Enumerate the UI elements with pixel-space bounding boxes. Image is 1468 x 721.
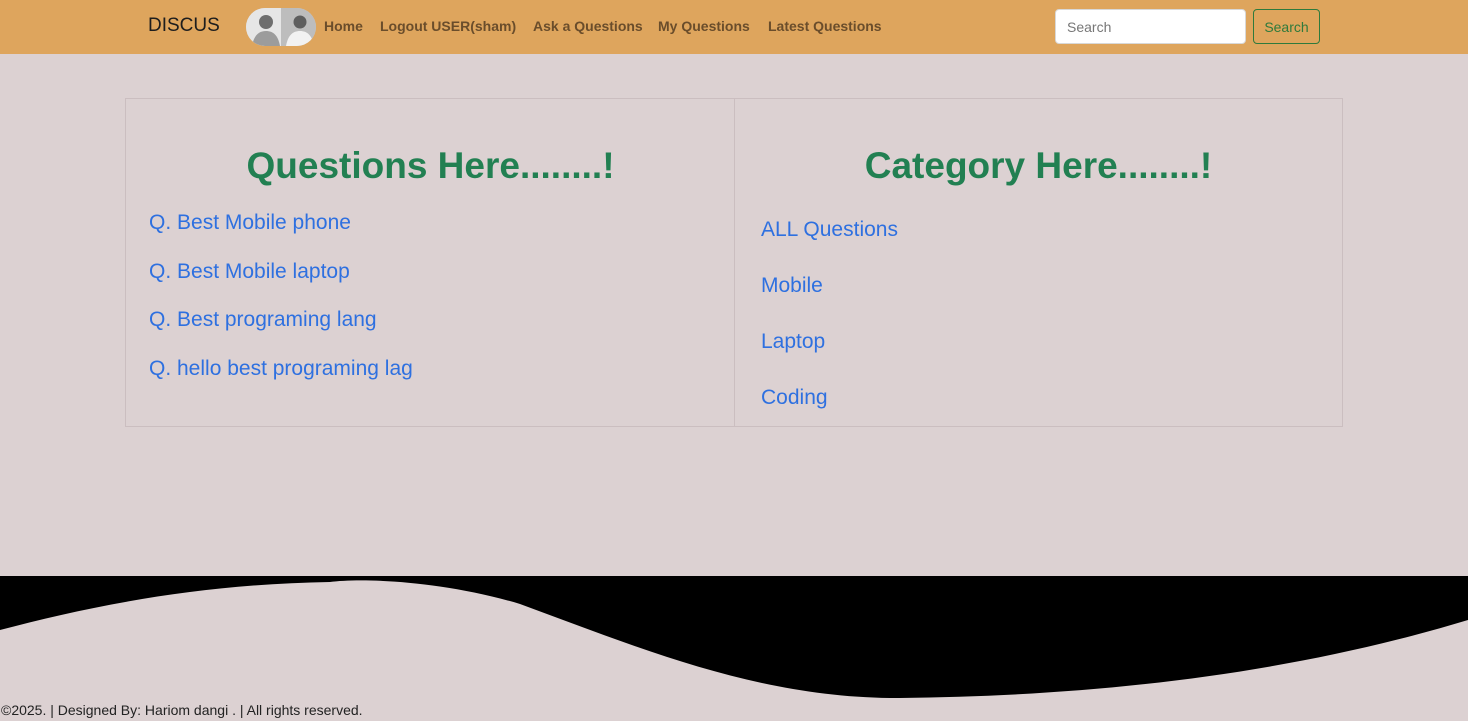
category-link-all[interactable]: ALL Questions bbox=[761, 218, 898, 242]
nav-ask-question[interactable]: Ask a Questions bbox=[533, 18, 643, 34]
footer-text: ©2025. | Designed By: Hariom dangi . | A… bbox=[1, 702, 363, 718]
nav-latest-questions[interactable]: Latest Questions bbox=[768, 18, 882, 34]
category-panel: Category Here........! ALL Questions Mob… bbox=[734, 98, 1343, 427]
brand-link[interactable]: DISCUS bbox=[148, 15, 220, 37]
question-link[interactable]: Q. Best Mobile phone bbox=[149, 211, 351, 235]
category-link-coding[interactable]: Coding bbox=[761, 386, 828, 410]
question-link[interactable]: Q. Best Mobile laptop bbox=[149, 260, 350, 284]
question-link[interactable]: Q. Best programing lang bbox=[149, 308, 377, 332]
nav-my-questions[interactable]: My Questions bbox=[658, 18, 750, 34]
nav-logout[interactable]: Logout USER(sham) bbox=[380, 18, 516, 34]
category-link-mobile[interactable]: Mobile bbox=[761, 274, 823, 298]
search-input[interactable] bbox=[1055, 9, 1246, 44]
category-panel-title: Category Here........! bbox=[864, 145, 1213, 186]
footer-wave bbox=[0, 576, 1468, 699]
question-link[interactable]: Q. hello best programing lag bbox=[149, 357, 413, 381]
questions-panel-title: Questions Here........! bbox=[246, 145, 615, 186]
category-link-laptop[interactable]: Laptop bbox=[761, 330, 825, 354]
user-avatar-icon[interactable] bbox=[246, 8, 316, 46]
search-button[interactable]: Search bbox=[1253, 9, 1320, 44]
navbar: DISCUS Home Logout USER(sham) Ask a Ques… bbox=[0, 0, 1468, 54]
nav-home[interactable]: Home bbox=[324, 18, 363, 34]
questions-panel: Questions Here........! Q. Best Mobile p… bbox=[125, 98, 735, 427]
